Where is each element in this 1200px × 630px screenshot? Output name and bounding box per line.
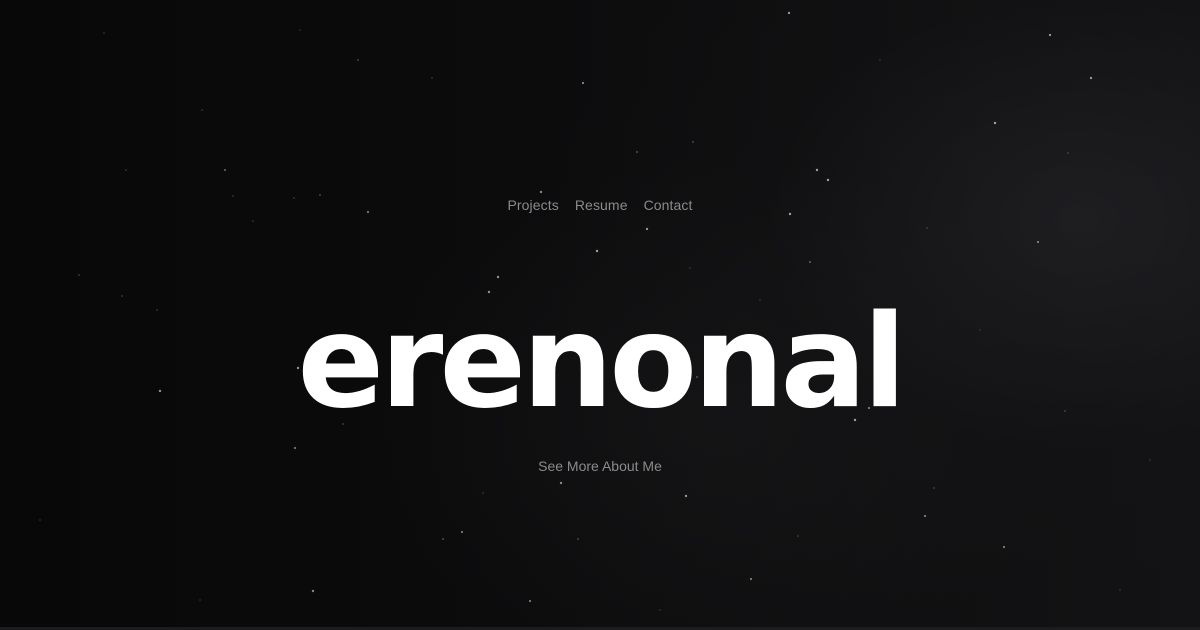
- star-dot: [1119, 589, 1121, 591]
- star-dot: [797, 535, 799, 537]
- star-dot: [1089, 76, 1093, 80]
- star-dot: [199, 599, 201, 601]
- star-dot: [539, 190, 543, 194]
- star-dot: [595, 249, 599, 253]
- star-dot: [482, 492, 484, 494]
- star-dot: [299, 29, 301, 31]
- star-dot: [103, 32, 105, 34]
- star-dot: [993, 121, 997, 125]
- star-dot: [201, 109, 203, 111]
- star-dot: [1036, 240, 1040, 244]
- star-dot: [559, 481, 563, 485]
- star-dot: [689, 267, 691, 269]
- star-dot: [923, 514, 927, 518]
- star-dot: [431, 77, 433, 79]
- star-dot: [1002, 545, 1006, 549]
- site-logo-wordmark: erenonal: [297, 288, 906, 437]
- star-dot: [357, 59, 359, 61]
- star-dot: [528, 599, 532, 603]
- star-dot: [926, 227, 928, 229]
- page: Projects Resume Contact erenonal See Mor…: [0, 0, 1200, 630]
- star-dot: [496, 275, 500, 279]
- star-dot: [659, 609, 661, 611]
- star-dot: [749, 577, 753, 581]
- about-link-container: See More About Me: [0, 456, 1200, 476]
- star-dot: [1067, 152, 1069, 154]
- star-dot: [442, 538, 444, 540]
- star-dot: [39, 519, 41, 521]
- star-dot: [787, 11, 791, 15]
- see-more-about-me-link[interactable]: See More About Me: [538, 456, 662, 476]
- star-dot: [293, 446, 297, 450]
- star-dot: [224, 169, 226, 171]
- star-dot: [684, 494, 688, 498]
- star-dot: [879, 59, 881, 61]
- star-dot: [311, 589, 315, 593]
- nav-link-projects[interactable]: Projects: [507, 195, 558, 215]
- nav-link-resume[interactable]: Resume: [575, 195, 628, 215]
- star-dot: [121, 295, 123, 297]
- nav-link-contact[interactable]: Contact: [644, 195, 693, 215]
- star-dot: [125, 169, 127, 171]
- star-dot: [78, 274, 80, 276]
- star-dot: [636, 151, 638, 153]
- star-dot: [692, 141, 694, 143]
- star-dot: [577, 538, 579, 540]
- star-dot: [815, 168, 819, 172]
- star-dot: [933, 487, 935, 489]
- star-dot: [252, 220, 254, 222]
- star-dot: [581, 81, 585, 85]
- star-dot: [460, 530, 464, 534]
- star-dot: [826, 178, 830, 182]
- star-dot: [809, 261, 811, 263]
- star-dot: [645, 227, 649, 231]
- star-dot: [1048, 33, 1052, 37]
- top-nav: Projects Resume Contact: [0, 195, 1200, 215]
